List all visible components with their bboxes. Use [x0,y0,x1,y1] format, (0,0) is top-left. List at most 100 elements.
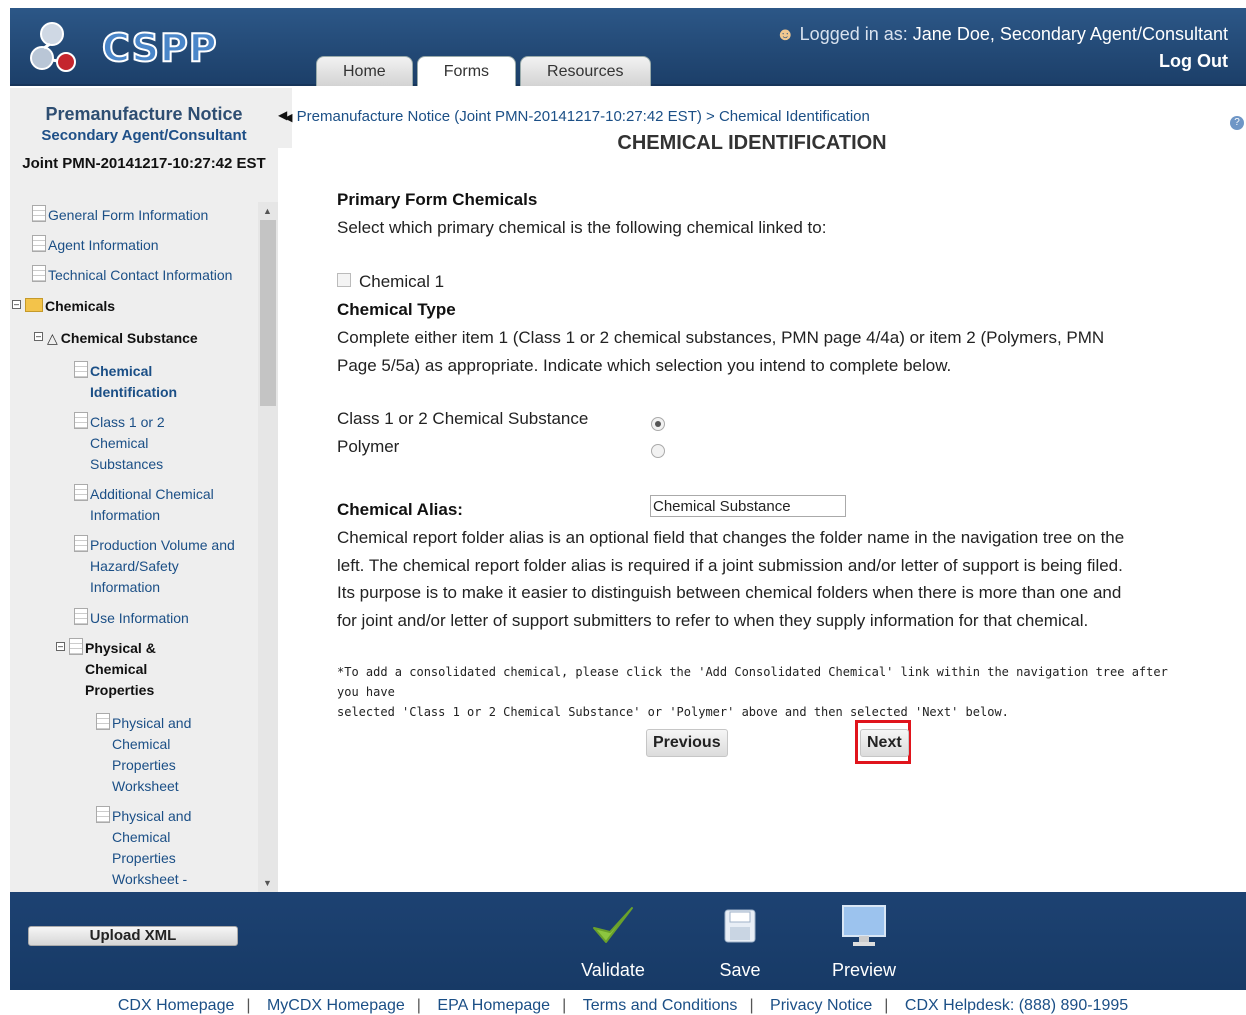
sidebar-header: Premanufacture Notice Secondary Agent/Co… [10,88,278,175]
document-icon [96,713,110,730]
user-icon: ☻ [775,24,795,44]
logout-link[interactable]: Log Out [1159,51,1228,72]
footer-link-terms[interactable]: Terms and Conditions [583,997,738,1014]
flask-icon: △ [47,330,58,346]
next-button[interactable]: Next [860,729,909,757]
tree-item-label: Production Volume and Hazard/Safety Info… [90,537,235,595]
tree-item-label: Additional Chemical Information [90,486,214,523]
main-tabs: Home Forms Resources [316,56,655,86]
save-button[interactable]: Save [710,898,770,981]
validate-label: Validate [581,960,645,980]
tree-item-label: Agent Information [48,237,159,253]
alias-text-line1: Chemical report folder alias is an optio… [337,528,1125,547]
folder-icon [25,298,43,312]
scrollbar-thumb[interactable] [260,220,276,406]
document-icon [32,235,46,252]
tree-item-chemicals[interactable]: – Chemicals [12,296,115,317]
scroll-down-icon[interactable]: ▼ [263,878,272,888]
tree-item-label: Physical and Chemical Properties Workshe… [112,715,192,794]
document-icon [96,806,110,823]
preview-button[interactable]: Preview [824,898,904,981]
tree-item-label: Chemical Substance [60,330,198,346]
footer-link-privacy[interactable]: Privacy Notice [770,997,872,1014]
floppy-disk-icon [710,898,770,954]
collapse-toggle-icon[interactable]: – [12,300,21,309]
app-header: CSPP ☻ Logged in as: Jane Doe, Secondary… [10,8,1246,86]
user-name: Jane Doe, Secondary Agent/Consultant [912,24,1228,44]
tab-forms[interactable]: Forms [416,56,517,86]
footer-links: CDX Homepage | MyCDX Homepage | EPA Homepa… [0,997,1246,1015]
document-icon [74,361,88,378]
tab-home[interactable]: Home [316,56,413,86]
collapse-toggle-icon[interactable]: – [34,332,43,341]
sidebar-title: Premanufacture Notice [45,104,243,124]
action-bar: Upload XML Validate Save Preview [10,892,1246,990]
edit-document-icon [69,638,83,655]
preview-label: Preview [831,960,897,980]
tree-item-technical-contact[interactable]: Technical Contact Information [32,265,232,286]
tree-item-chemical-substance[interactable]: – △ Chemical Substance [34,328,198,349]
chemical-alias-heading: Chemical Alias: [337,500,463,519]
logged-in-user: ☻ Logged in as: Jane Doe, Secondary Agen… [776,24,1228,45]
molecule-logo-icon [30,22,76,72]
previous-button[interactable]: Previous [646,729,728,757]
tree-item-additional-chemical[interactable]: Additional Chemical Information [74,484,242,526]
note-line2: selected 'Class 1 or 2 Chemical Substanc… [337,705,1009,719]
tree-item-class-1-or-2[interactable]: Class 1 or 2 Chemical Substances [74,412,194,475]
tree-item-label: Technical Contact Information [48,267,233,283]
footer-separator: | [246,997,251,1014]
monitor-icon [824,898,904,954]
tree-item-worksheet-2[interactable]: Physical and Chemical Properties Workshe… [96,806,216,890]
footer-link-helpdesk[interactable]: CDX Helpdesk: (888) 890-1995 [905,997,1128,1014]
document-icon [74,412,88,429]
sidebar-subtitle: Secondary Agent/Consultant [41,127,247,144]
option-class-label: Class 1 or 2 Chemical Substance [337,409,589,428]
tree-item-general-form[interactable]: General Form Information [32,205,208,226]
logged-in-prefix: Logged in as: [799,24,908,44]
checkmark-icon [578,898,648,954]
primary-chemicals-heading: Primary Form Chemicals [337,190,538,209]
tree-item-production-volume[interactable]: Production Volume and Hazard/Safety Info… [74,535,244,598]
chemical-1-checkbox[interactable] [337,273,351,287]
footer-separator: | [562,997,567,1014]
consolidated-chemical-note: *To add a consolidated chemical, please … [337,662,1177,722]
document-icon [74,608,88,625]
tree-item-label: Chemicals [45,298,116,314]
class-1-or-2-radio[interactable] [651,417,665,431]
chemical-type-text-line1: Complete either item 1 (Class 1 or 2 che… [337,328,1105,347]
help-icon[interactable]: ? [1230,116,1244,130]
tree-item-agent-info[interactable]: Agent Information [32,235,159,256]
breadcrumb[interactable]: ◀ Premanufacture Notice (Joint PMN-20141… [284,108,870,125]
tab-resources[interactable]: Resources [520,56,651,86]
chemical-type-heading: Chemical Type [337,300,456,319]
chemical-alias-input[interactable] [650,495,846,517]
tree-item-physical-chemical[interactable]: – Physical & Chemical Properties [56,638,196,701]
collapse-toggle-icon[interactable]: – [56,642,65,651]
save-label: Save [719,960,761,980]
tree-item-label: Use Information [90,610,189,626]
navigation-sidebar: Premanufacture Notice Secondary Agent/Co… [10,88,292,892]
tree-item-chemical-identification[interactable]: Chemical Identification [74,361,214,403]
document-icon [32,265,46,282]
footer-separator: | [749,997,754,1014]
cspp-logo[interactable]: CSPP [24,16,224,76]
scroll-up-icon[interactable]: ▲ [263,206,272,216]
breadcrumb-text[interactable]: Premanufacture Notice (Joint PMN-2014121… [297,108,870,125]
tree-item-label: Physical & Chemical Properties [85,640,156,698]
tree-item-use-information[interactable]: Use Information [74,608,189,629]
tree-item-worksheet-1[interactable]: Physical and Chemical Properties Workshe… [96,713,216,797]
upload-xml-button[interactable]: Upload XML [28,926,238,946]
chemical-1-label: Chemical 1 [359,272,445,291]
tree-scrollbar[interactable]: ▲ ▼ [258,202,278,892]
footer-link-mycdx-homepage[interactable]: MyCDX Homepage [267,997,405,1014]
submission-id: Joint PMN-20141217-10:27:42 EST [22,155,266,172]
footer-link-cdx-homepage[interactable]: CDX Homepage [118,997,235,1014]
validate-button[interactable]: Validate [578,898,648,981]
document-icon [74,484,88,501]
page-title: CHEMICAL IDENTIFICATION [617,132,887,154]
polymer-radio[interactable] [651,444,665,458]
primary-chemicals-text: Select which primary chemical is the fol… [337,218,827,237]
footer-separator: | [416,997,421,1014]
footer-link-epa-homepage[interactable]: EPA Homepage [437,997,550,1014]
logo-text: CSPP [101,25,218,71]
